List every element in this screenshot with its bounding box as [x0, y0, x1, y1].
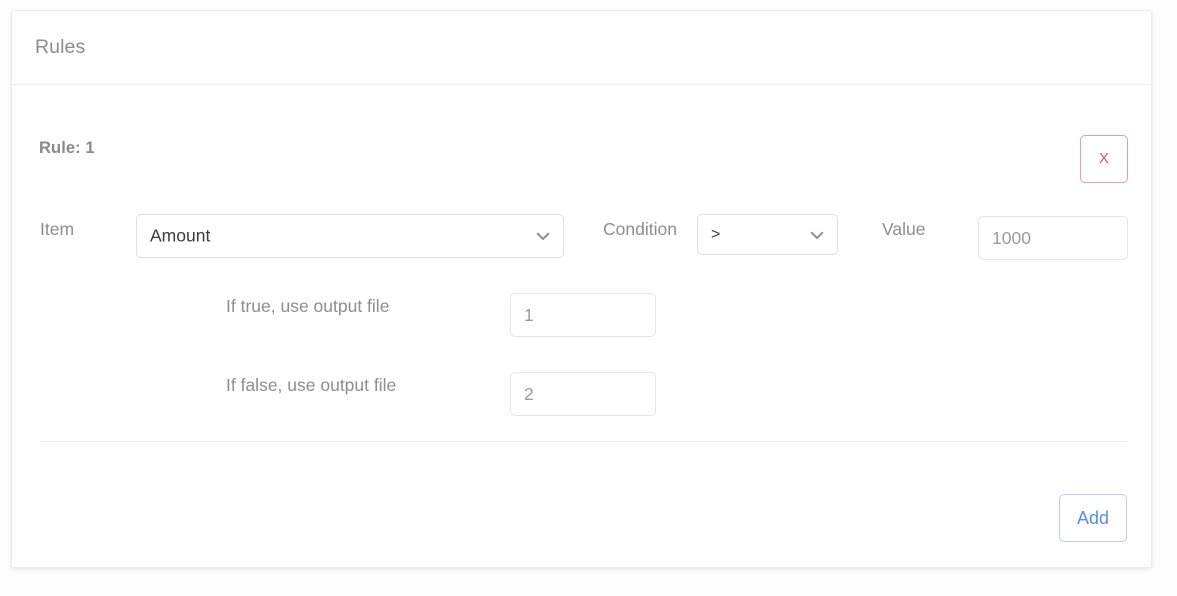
page-title: Rules [35, 36, 86, 58]
chevron-down-icon [808, 226, 826, 244]
add-rule-button[interactable]: Add [1059, 494, 1127, 542]
value-input[interactable] [978, 216, 1128, 260]
condition-select-value: > [711, 225, 721, 243]
card-header: Rules [12, 11, 1151, 85]
if-true-label: If true, use output file [226, 296, 390, 316]
if-true-output-file-input[interactable] [510, 293, 656, 337]
rule-title: Rule: 1 [39, 139, 95, 157]
page-root: Rules Rule: 1 X Item Amount Condition > [0, 0, 1177, 596]
condition-label: Condition [603, 219, 677, 239]
card-body: Rule: 1 X Item Amount Condition > Value … [12, 85, 1151, 567]
footer-divider [40, 441, 1127, 442]
remove-rule-button[interactable]: X [1080, 135, 1128, 183]
chevron-down-icon [534, 227, 552, 245]
condition-select[interactable]: > [697, 214, 838, 255]
item-select[interactable]: Amount [136, 214, 564, 258]
item-select-value: Amount [150, 225, 211, 246]
item-label: Item [40, 219, 75, 239]
rules-card: Rules Rule: 1 X Item Amount Condition > [11, 10, 1152, 568]
if-false-label: If false, use output file [226, 375, 397, 395]
value-label: Value [882, 219, 926, 239]
if-false-output-file-input[interactable] [510, 372, 656, 416]
